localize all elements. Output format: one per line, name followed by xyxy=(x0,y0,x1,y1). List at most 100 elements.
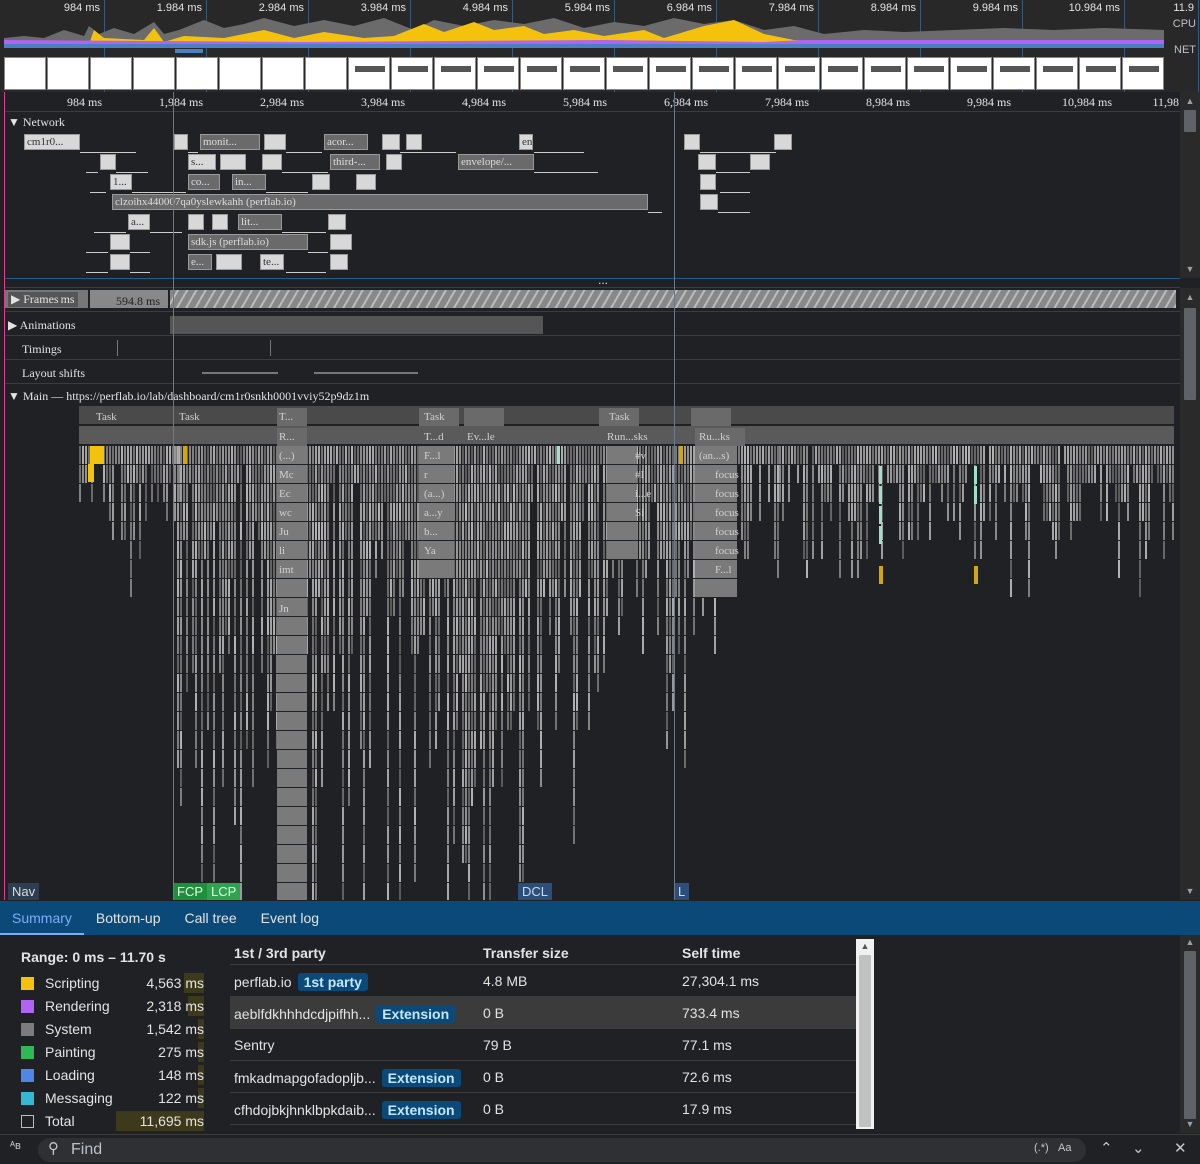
timing-mark[interactable] xyxy=(270,340,271,356)
flame-event[interactable] xyxy=(483,503,485,521)
flame-event[interactable] xyxy=(1172,484,1174,502)
flame-event[interactable] xyxy=(465,503,467,521)
flame-event[interactable] xyxy=(684,617,686,635)
flame-event[interactable] xyxy=(240,883,242,900)
flame-event[interactable] xyxy=(492,560,494,578)
flame-event[interactable] xyxy=(378,446,380,464)
screenshot-thumbnail[interactable] xyxy=(4,57,46,90)
flame-event[interactable] xyxy=(537,712,539,730)
flame-event[interactable] xyxy=(246,541,248,559)
flame-event[interactable] xyxy=(366,579,368,597)
flame-event[interactable] xyxy=(657,446,659,464)
network-request[interactable]: cm1r0... xyxy=(24,134,80,150)
flame-event[interactable] xyxy=(234,769,236,787)
flame-event[interactable] xyxy=(333,617,335,635)
flame-event[interactable] xyxy=(1112,465,1114,483)
flame-event[interactable] xyxy=(339,617,341,635)
flame-event[interactable] xyxy=(312,788,314,806)
flame-event[interactable] xyxy=(522,864,524,882)
flame-event[interactable] xyxy=(277,807,307,825)
flame-event[interactable] xyxy=(603,579,605,597)
flame-event[interactable] xyxy=(887,446,889,464)
flame-event[interactable] xyxy=(693,522,695,540)
network-request[interactable]: te... xyxy=(260,254,284,270)
flame-event[interactable] xyxy=(648,541,650,559)
screenshot-thumbnail[interactable] xyxy=(434,57,476,90)
flame-event[interactable] xyxy=(857,560,859,578)
flame-event[interactable] xyxy=(414,617,416,635)
flame-event[interactable] xyxy=(333,598,335,616)
flame-event[interactable] xyxy=(528,674,530,692)
flame-event[interactable] xyxy=(277,769,307,787)
flame-event[interactable] xyxy=(468,446,470,464)
flame-event[interactable] xyxy=(573,731,575,749)
flame-event[interactable] xyxy=(246,560,248,578)
flame-event[interactable] xyxy=(741,522,743,540)
flame-event[interactable] xyxy=(489,712,491,730)
flame-event[interactable] xyxy=(1064,446,1066,464)
flame-event[interactable] xyxy=(327,617,329,635)
flame-event[interactable] xyxy=(465,446,467,464)
flame-event[interactable] xyxy=(989,465,991,483)
flame-event[interactable] xyxy=(669,446,671,464)
flame-event[interactable] xyxy=(321,522,323,540)
flame-event[interactable] xyxy=(974,486,977,504)
flame-event[interactable] xyxy=(998,446,1000,464)
flame-event[interactable] xyxy=(255,446,257,464)
flame-event[interactable] xyxy=(489,845,491,863)
flame-event[interactable] xyxy=(387,560,389,578)
flame-event[interactable] xyxy=(576,712,578,730)
network-request[interactable]: s... xyxy=(188,154,216,170)
flame-event[interactable] xyxy=(690,522,692,540)
flame-event[interactable] xyxy=(663,541,665,559)
screenshot-thumbnail[interactable] xyxy=(1036,57,1078,90)
flame-event[interactable] xyxy=(405,484,407,502)
flame-event[interactable] xyxy=(1082,465,1084,483)
flame-event[interactable] xyxy=(675,522,677,540)
flame-event[interactable] xyxy=(225,484,227,502)
flame-event[interactable] xyxy=(240,617,242,635)
flame-event[interactable] xyxy=(558,522,560,540)
flame-event[interactable] xyxy=(851,522,853,540)
flame-event[interactable] xyxy=(333,446,335,464)
flame-event[interactable] xyxy=(747,484,749,502)
flame-event[interactable] xyxy=(896,465,898,483)
screenshot-thumbnail[interactable] xyxy=(477,57,519,90)
flame-event[interactable] xyxy=(369,446,371,464)
flame-event[interactable] xyxy=(231,560,233,578)
flame-event[interactable] xyxy=(941,446,943,464)
flame-event[interactable] xyxy=(857,522,859,540)
flame-event[interactable] xyxy=(1115,484,1117,502)
flame-event[interactable] xyxy=(579,522,581,540)
flame-event[interactable] xyxy=(252,712,254,730)
flame-event[interactable] xyxy=(321,541,323,559)
flame-event[interactable] xyxy=(537,617,539,635)
flame-event[interactable] xyxy=(501,693,503,711)
flame-event[interactable] xyxy=(537,598,539,616)
flame-event[interactable] xyxy=(201,560,203,578)
flame-event[interactable] xyxy=(1004,446,1006,464)
flame-event[interactable] xyxy=(207,712,209,730)
flame-event[interactable] xyxy=(1082,446,1084,464)
flame-event[interactable] xyxy=(273,560,275,578)
flame-event[interactable] xyxy=(213,560,215,578)
flame-event[interactable] xyxy=(130,465,132,483)
flame-event[interactable] xyxy=(839,465,841,483)
flame-event[interactable] xyxy=(489,465,491,483)
flame-event[interactable] xyxy=(603,560,605,578)
flame-event[interactable] xyxy=(648,465,650,483)
flame-event[interactable] xyxy=(1139,465,1141,483)
flame-event[interactable] xyxy=(258,503,260,521)
flame-event[interactable] xyxy=(531,484,533,502)
flame-event[interactable] xyxy=(962,484,964,502)
flame-event[interactable] xyxy=(750,503,752,521)
flame-event[interactable] xyxy=(1019,465,1021,483)
flame-event[interactable] xyxy=(777,560,779,578)
flame-event[interactable] xyxy=(474,484,476,502)
flame-event[interactable] xyxy=(573,636,575,654)
flame-event[interactable] xyxy=(564,446,566,464)
flame-event[interactable] xyxy=(429,712,431,730)
flame-event[interactable] xyxy=(561,484,563,502)
flame-event[interactable] xyxy=(136,465,138,483)
flame-event[interactable] xyxy=(522,807,524,825)
